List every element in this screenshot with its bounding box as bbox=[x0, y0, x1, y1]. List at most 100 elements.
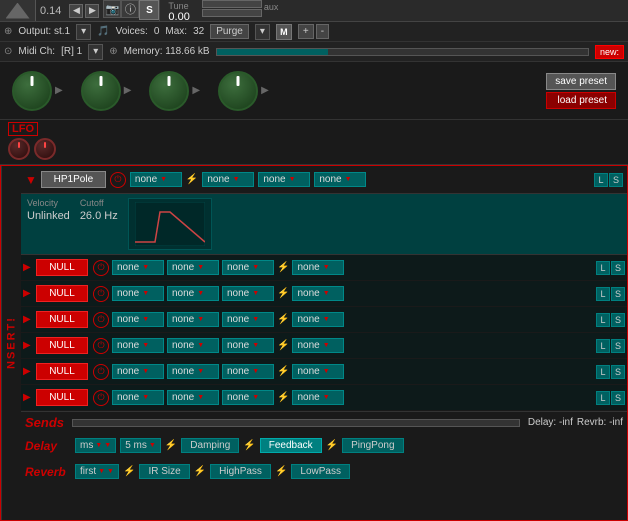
delay-value-dd[interactable]: 5 ms ▼ bbox=[120, 438, 161, 453]
reverb-irsize-btn[interactable]: IR Size bbox=[139, 464, 189, 479]
insert-row-0-power[interactable]: ⏻ bbox=[93, 260, 109, 276]
insert-row-0-name[interactable]: NULL bbox=[36, 259, 88, 276]
camera-btn[interactable]: 📷 bbox=[103, 0, 121, 18]
insert-row-2-dd1[interactable]: none ▼ bbox=[112, 312, 164, 327]
insert-row-2-name[interactable]: NULL bbox=[36, 311, 88, 328]
tune-bar-1[interactable] bbox=[202, 0, 262, 8]
insert-row-5-name[interactable]: NULL bbox=[36, 389, 88, 406]
insert-row-1-expand[interactable]: ▶ bbox=[23, 288, 33, 299]
insert-row-4-name[interactable]: NULL bbox=[36, 363, 88, 380]
insert-row-5-power[interactable]: ⏻ bbox=[93, 390, 109, 406]
filter-dd-4[interactable]: none ▼ bbox=[314, 172, 366, 187]
filter-type-btn[interactable]: HP1Pole bbox=[41, 171, 106, 188]
insert-row-2-dd2[interactable]: none ▼ bbox=[167, 312, 219, 327]
knob-4[interactable] bbox=[218, 71, 258, 111]
insert-row-3-s-btn[interactable]: S bbox=[611, 339, 625, 353]
info-btn[interactable]: ⓘ bbox=[121, 0, 139, 18]
play-btn-1[interactable]: ▶ bbox=[55, 85, 63, 96]
filter-power-btn[interactable]: ⏻ bbox=[110, 172, 126, 188]
insert-row-0-dd4[interactable]: none ▼ bbox=[292, 260, 344, 275]
save-preset-btn[interactable]: save preset bbox=[546, 73, 616, 90]
insert-row-2-s-btn[interactable]: S bbox=[611, 313, 625, 327]
insert-row-3-dd1[interactable]: none ▼ bbox=[112, 338, 164, 353]
insert-row-1-power[interactable]: ⏻ bbox=[93, 286, 109, 302]
insert-row-3-power[interactable]: ⏻ bbox=[93, 338, 109, 354]
s-button[interactable]: S bbox=[139, 0, 159, 20]
insert-row-3-name[interactable]: NULL bbox=[36, 337, 88, 354]
insert-row-4-dd4[interactable]: none ▼ bbox=[292, 364, 344, 379]
insert-row-2-power[interactable]: ⏻ bbox=[93, 312, 109, 328]
insert-row-1-l-btn[interactable]: L bbox=[596, 287, 610, 301]
tune-bar-2[interactable] bbox=[202, 9, 262, 17]
filter-s-btn[interactable]: S bbox=[609, 173, 623, 187]
insert-row-5-dd2[interactable]: none ▼ bbox=[167, 390, 219, 405]
m-button[interactable]: M bbox=[276, 24, 292, 40]
insert-row-1-dd3[interactable]: none ▼ bbox=[222, 286, 274, 301]
new-btn[interactable]: new: bbox=[595, 45, 624, 59]
play-btn-2[interactable]: ▶ bbox=[124, 85, 132, 96]
insert-row-5-dd1[interactable]: none ▼ bbox=[112, 390, 164, 405]
insert-row-0-dd2[interactable]: none ▼ bbox=[167, 260, 219, 275]
insert-row-4-dd3[interactable]: none ▼ bbox=[222, 364, 274, 379]
reverb-unit-dd[interactable]: first ▼ ▼ bbox=[75, 464, 119, 479]
filter-dd-1[interactable]: none ▼ bbox=[130, 172, 182, 187]
insert-row-0-dd3[interactable]: none ▼ bbox=[222, 260, 274, 275]
knob-3[interactable] bbox=[149, 71, 189, 111]
midi-dropdown[interactable]: ▾ bbox=[88, 44, 103, 60]
insert-row-2-expand[interactable]: ▶ bbox=[23, 314, 33, 325]
insert-row-1-dd4[interactable]: none ▼ bbox=[292, 286, 344, 301]
insert-row-1-s-btn[interactable]: S bbox=[611, 287, 625, 301]
insert-row-4-power[interactable]: ⏻ bbox=[93, 364, 109, 380]
delay-unit-dd[interactable]: ms ▼ ▼ bbox=[75, 438, 116, 453]
play-btn-3[interactable]: ▶ bbox=[192, 85, 200, 96]
insert-row-5-dd4[interactable]: none ▼ bbox=[292, 390, 344, 405]
purge-dropdown[interactable]: ▾ bbox=[255, 24, 270, 40]
insert-row-0-dd1[interactable]: none ▼ bbox=[112, 260, 164, 275]
insert-row-5-s-btn[interactable]: S bbox=[611, 391, 625, 405]
insert-row-1-name[interactable]: NULL bbox=[36, 285, 88, 302]
delay-damping-btn[interactable]: Damping bbox=[181, 438, 239, 453]
insert-row-3-dd2[interactable]: none ▼ bbox=[167, 338, 219, 353]
insert-row-2-dd3[interactable]: none ▼ bbox=[222, 312, 274, 327]
insert-row-3-expand[interactable]: ▶ bbox=[23, 340, 33, 351]
insert-row-5-expand[interactable]: ▶ bbox=[23, 392, 33, 403]
knob-1[interactable] bbox=[12, 71, 52, 111]
insert-row-2-l-btn[interactable]: L bbox=[596, 313, 610, 327]
insert-row-5-l-btn[interactable]: L bbox=[596, 391, 610, 405]
insert-row-4-l-btn[interactable]: L bbox=[596, 365, 610, 379]
filter-dd-3[interactable]: none ▼ bbox=[258, 172, 310, 187]
delay-feedback-btn[interactable]: Feedback bbox=[260, 438, 322, 453]
reverb-lowpass-btn[interactable]: LowPass bbox=[291, 464, 350, 479]
insert-row-3-dd3[interactable]: none ▼ bbox=[222, 338, 274, 353]
play-btn-4[interactable]: ▶ bbox=[261, 85, 269, 96]
insert-row-1-dd2[interactable]: none ▼ bbox=[167, 286, 219, 301]
lfo-knob-1[interactable] bbox=[8, 138, 30, 160]
purge-btn[interactable]: Purge bbox=[210, 24, 249, 39]
zoom-in-btn[interactable]: + bbox=[298, 24, 314, 39]
insert-row-0-l-btn[interactable]: L bbox=[596, 261, 610, 275]
insert-row-1-dd1[interactable]: none ▼ bbox=[112, 286, 164, 301]
insert-row-4-s-btn[interactable]: S bbox=[611, 365, 625, 379]
prev-arrow-btn[interactable]: ◀ bbox=[69, 4, 83, 18]
insert-row-0-expand[interactable]: ▶ bbox=[23, 262, 33, 273]
delay-pingpong-btn[interactable]: PingPong bbox=[342, 438, 403, 453]
insert-row-4-dd1[interactable]: none ▼ bbox=[112, 364, 164, 379]
reverb-line-label: Reverb bbox=[25, 465, 71, 479]
output-dropdown[interactable]: ▾ bbox=[76, 24, 91, 40]
insert-row-4-expand[interactable]: ▶ bbox=[23, 366, 33, 377]
insert-row-2-dd4[interactable]: none ▼ bbox=[292, 312, 344, 327]
insert-row-0-s-btn[interactable]: S bbox=[611, 261, 625, 275]
load-preset-btn[interactable]: load preset bbox=[546, 92, 616, 109]
knob-2[interactable] bbox=[81, 71, 121, 111]
lfo-knob-2[interactable] bbox=[34, 138, 56, 160]
zoom-out-btn[interactable]: - bbox=[316, 24, 329, 39]
filter-dd-2[interactable]: none ▼ bbox=[202, 172, 254, 187]
next-arrow-btn[interactable]: ▶ bbox=[85, 4, 99, 18]
insert-row-3-dd4[interactable]: none ▼ bbox=[292, 338, 344, 353]
filter-l-btn[interactable]: L bbox=[594, 173, 608, 187]
reverb-highpass-btn[interactable]: HighPass bbox=[210, 464, 271, 479]
filter-expand-arrow[interactable]: ▼ bbox=[25, 173, 37, 187]
insert-row-5-dd3[interactable]: none ▼ bbox=[222, 390, 274, 405]
insert-row-3-l-btn[interactable]: L bbox=[596, 339, 610, 353]
insert-row-4-dd2[interactable]: none ▼ bbox=[167, 364, 219, 379]
